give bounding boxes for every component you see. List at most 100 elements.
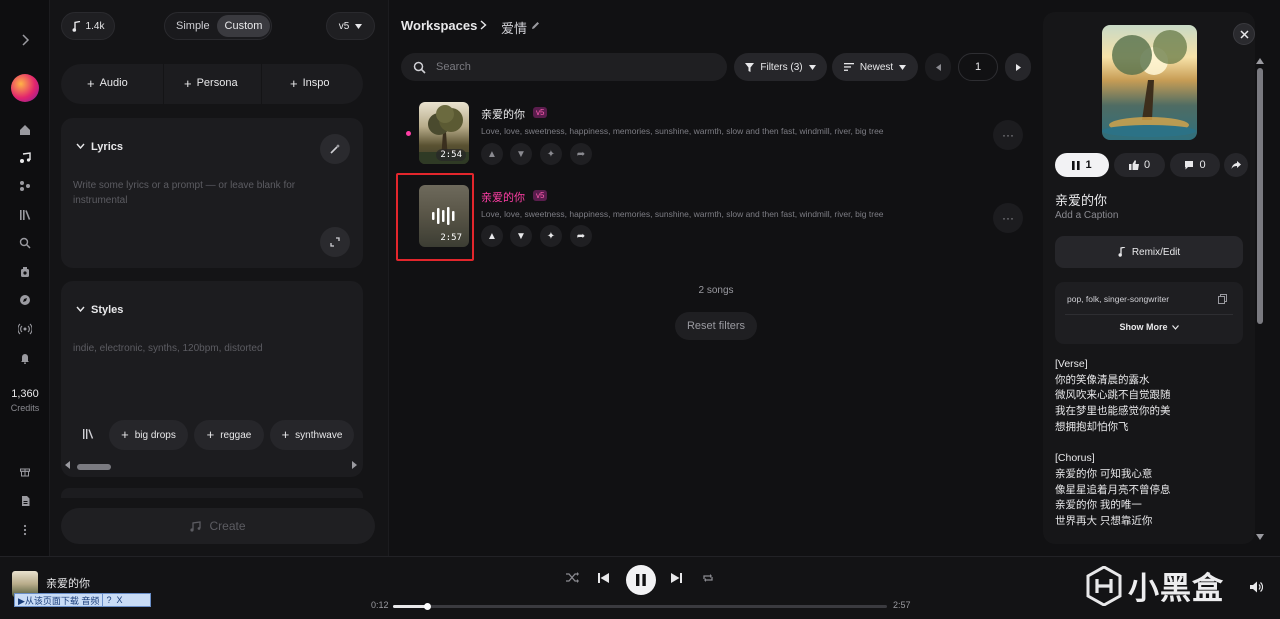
song-cover[interactable]: 2:57 xyxy=(419,185,469,247)
song-row[interactable]: 2:57 亲爱的你 v5 Love, love, sweetness, happ… xyxy=(396,173,1029,261)
like-stat-button[interactable]: 0 xyxy=(1114,153,1165,177)
profile-avatar[interactable] xyxy=(11,74,39,102)
volume-icon[interactable] xyxy=(1250,581,1263,593)
chevron-down-icon[interactable] xyxy=(76,306,85,312)
notifications-bell-icon[interactable] xyxy=(16,349,34,367)
add-audio-button[interactable]: + Audio xyxy=(87,77,128,90)
radio-icon[interactable] xyxy=(16,320,34,338)
song-title[interactable]: 亲爱的你 xyxy=(481,189,525,205)
progress-knob[interactable] xyxy=(423,603,431,610)
style-chip[interactable]: + synthwave xyxy=(270,420,354,450)
document-icon[interactable] xyxy=(16,492,34,510)
add-persona-button[interactable]: + Persona xyxy=(184,75,238,91)
tab-custom[interactable]: Custom xyxy=(217,15,270,37)
plus-icon: + xyxy=(184,75,192,91)
sort-button[interactable]: Newest xyxy=(832,53,918,81)
close-button[interactable] xyxy=(1233,23,1255,45)
gift-icon[interactable] xyxy=(16,462,34,480)
search-input[interactable] xyxy=(436,61,696,73)
lyrics-title[interactable]: Lyrics xyxy=(91,141,123,153)
filters-button[interactable]: Filters (3) xyxy=(734,53,827,81)
song-cover[interactable]: 2:54 xyxy=(419,102,469,164)
copy-icon[interactable] xyxy=(1218,294,1227,304)
pause-icon xyxy=(636,574,646,586)
pin-button[interactable]: ✦ xyxy=(540,143,562,165)
styles-title[interactable]: Styles xyxy=(91,304,123,316)
next-track-icon[interactable] xyxy=(671,573,682,583)
detail-title[interactable]: 亲爱的你 xyxy=(1055,190,1107,209)
chevron-down-icon[interactable] xyxy=(76,143,85,149)
pin-button[interactable]: ✦ xyxy=(540,225,562,247)
play-pause-stat-button[interactable]: 1 xyxy=(1055,153,1109,177)
studio-icon[interactable] xyxy=(16,177,34,195)
xiaoheihe-logo xyxy=(1086,565,1122,606)
previous-track-icon[interactable] xyxy=(598,573,609,583)
search-icon[interactable] xyxy=(16,234,34,252)
show-more-button[interactable]: Show More xyxy=(1055,322,1243,332)
library-icon[interactable] xyxy=(16,206,34,224)
reset-filters-button[interactable]: Reset filters xyxy=(675,312,757,340)
download-help-button[interactable]: ? xyxy=(103,595,114,605)
page-scrollbar-thumb[interactable] xyxy=(1257,68,1263,324)
play-count-pill[interactable]: 1.4k xyxy=(61,12,115,40)
magic-wand-button[interactable] xyxy=(320,134,350,164)
download-audio-toolbar[interactable]: ▶从该页面下载 音频 ? X xyxy=(14,593,151,607)
home-icon[interactable] xyxy=(16,121,34,139)
player-bar: 亲爱的你 ▶从该页面下载 音频 ? X 0:12 2:57 小黑盒 xyxy=(0,556,1280,619)
share-button[interactable]: ➦ xyxy=(570,225,592,247)
download-close-button[interactable]: X xyxy=(114,595,124,605)
model-version-select[interactable]: v5 xyxy=(326,12,375,40)
breadcrumb-workspaces[interactable]: Workspaces xyxy=(401,18,477,33)
lyrics-text: [Verse] 你的笑像清晨的露水 微风吹来心跳不自觉跟随 我在梦里也能感觉你的… xyxy=(1055,357,1171,530)
search-field[interactable] xyxy=(401,53,727,81)
play-pause-button[interactable] xyxy=(626,565,656,595)
comment-stat-button[interactable]: 0 xyxy=(1170,153,1220,177)
create-music-icon[interactable] xyxy=(16,149,34,167)
next-card-edge xyxy=(61,488,363,498)
horizontal-scrollbar-thumb[interactable] xyxy=(77,464,111,470)
search-icon xyxy=(413,61,426,74)
play-count: 1 xyxy=(1085,159,1092,171)
watermark-text: 小黑盒 xyxy=(1128,571,1224,606)
style-chip[interactable]: + big drops xyxy=(109,420,188,450)
remix-edit-button[interactable]: Remix/Edit xyxy=(1055,236,1243,268)
more-vertical-icon[interactable] xyxy=(16,521,34,539)
download-label[interactable]: ▶从该页面下载 音频 xyxy=(15,593,104,607)
song-title[interactable]: 亲爱的你 xyxy=(481,106,525,122)
share-button[interactable]: ➦ xyxy=(570,143,592,165)
add-inspo-button[interactable]: + Inspo xyxy=(290,77,330,90)
like-button[interactable]: ▲ xyxy=(481,225,503,247)
create-button[interactable]: Create xyxy=(61,508,375,544)
share-button[interactable] xyxy=(1224,153,1248,177)
edit-pencil-icon[interactable] xyxy=(531,21,540,30)
song-more-button[interactable]: ··· xyxy=(993,203,1023,233)
explore-icon[interactable] xyxy=(16,291,34,309)
song-more-button[interactable]: ··· xyxy=(993,120,1023,150)
prev-page-button[interactable] xyxy=(925,53,951,81)
style-chip[interactable]: + reggae xyxy=(194,420,264,450)
next-page-button[interactable] xyxy=(1005,53,1031,81)
lyric-line: 我在梦里也能感觉你的美 xyxy=(1055,405,1171,418)
tab-simple[interactable]: Simple xyxy=(176,20,210,32)
expand-sidebar-icon[interactable] xyxy=(16,31,34,49)
page-input[interactable]: 1 xyxy=(958,53,998,81)
expand-lyrics-button[interactable] xyxy=(320,227,350,257)
scroll-left-arrow[interactable] xyxy=(65,461,70,469)
cover-art[interactable] xyxy=(1102,25,1197,140)
dislike-button[interactable]: ▼ xyxy=(510,225,532,247)
library-icon[interactable] xyxy=(83,429,95,439)
lyrics-input[interactable]: Write some lyrics or a prompt — or leave… xyxy=(73,178,313,208)
shuffle-icon[interactable] xyxy=(566,572,579,583)
styles-input[interactable]: indie, electronic, synths, 120bpm, disto… xyxy=(73,341,333,356)
hooks-icon[interactable] xyxy=(16,263,34,281)
player-title[interactable]: 亲爱的你 xyxy=(46,575,90,591)
song-row[interactable]: 2:54 亲爱的你 v5 Love, love, sweetness, happ… xyxy=(399,98,1029,178)
caption-input[interactable]: Add a Caption xyxy=(1055,210,1118,221)
dislike-button[interactable]: ▼ xyxy=(510,143,532,165)
credits-count[interactable]: 1,360 xyxy=(0,388,50,400)
like-button[interactable]: ▲ xyxy=(481,143,503,165)
progress-track[interactable] xyxy=(393,603,887,610)
scroll-right-arrow[interactable] xyxy=(352,461,357,469)
page-scrollbar[interactable] xyxy=(1256,58,1264,548)
repeat-icon[interactable] xyxy=(702,572,714,584)
